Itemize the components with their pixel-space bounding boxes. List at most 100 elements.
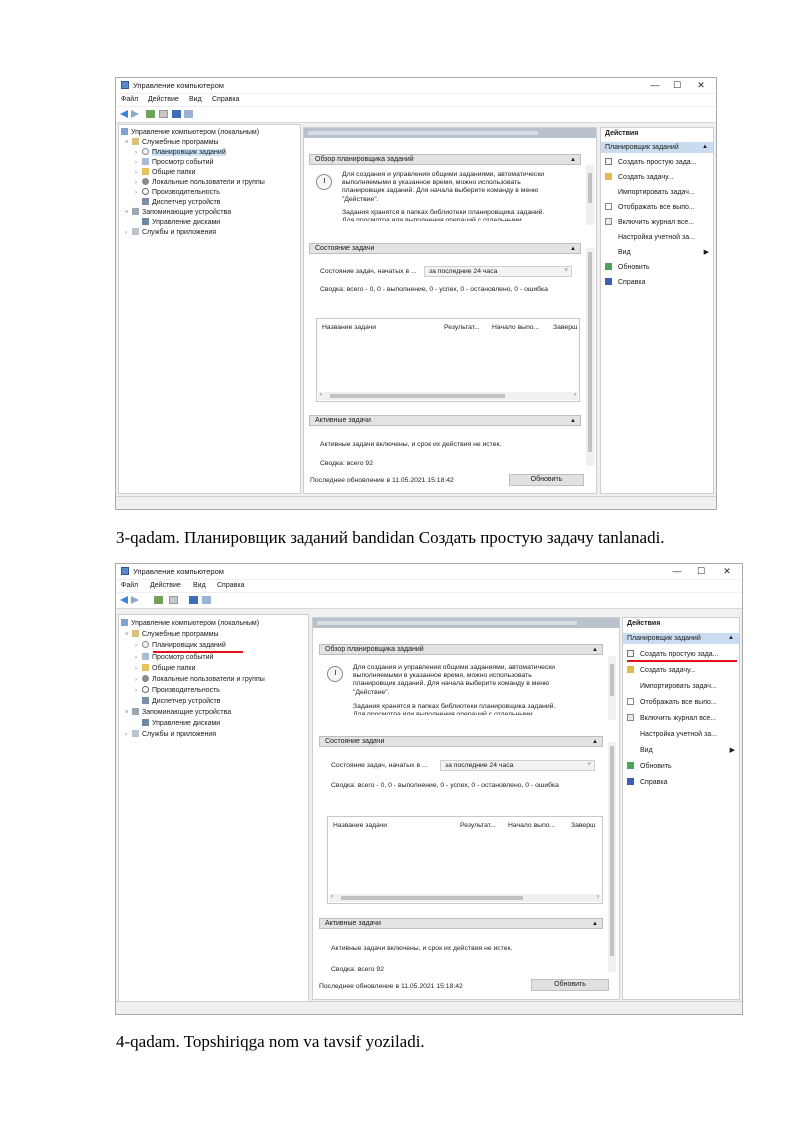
tree-item-shared-folders[interactable]: › Общие папки: [135, 168, 195, 178]
show-tree-icon[interactable]: [146, 110, 155, 118]
actions-title: Действия: [627, 620, 661, 627]
help-icon[interactable]: [172, 110, 181, 118]
maximize-button[interactable]: ☐: [690, 565, 712, 577]
minimize-button[interactable]: —: [644, 79, 666, 91]
maximize-button[interactable]: ☐: [666, 79, 688, 91]
tree-item-event-viewer[interactable]: › Просмотр событий: [135, 653, 213, 663]
tree-item-device-manager[interactable]: Диспетчер устройств: [135, 198, 220, 207]
active-tasks-header[interactable]: Активные задачи ▲: [309, 415, 581, 426]
task-list-hscroll[interactable]: ‹ ›: [318, 392, 578, 400]
column-end[interactable]: Заверш: [571, 822, 595, 829]
tree-item-performance[interactable]: › Производительность: [135, 188, 220, 198]
tree-item-system-tools[interactable]: ˅ Служебные программы: [125, 138, 219, 148]
task-status-header[interactable]: Состояние задачи ▲: [309, 243, 581, 254]
overview-header[interactable]: Обзор планировщика заданий ▲: [309, 154, 581, 165]
menu-help[interactable]: Справка: [212, 96, 239, 103]
menu-help[interactable]: Справка: [217, 582, 244, 589]
overview-scrollbar[interactable]: [608, 656, 616, 720]
overview-scrollbar[interactable]: [586, 165, 594, 225]
minimize-button[interactable]: —: [666, 565, 688, 577]
menu-file[interactable]: Файл: [121, 96, 138, 103]
navigation-tree: Управление компьютером (локальным) ˅ Служ…: [118, 124, 301, 494]
action-create-task[interactable]: Создать задачу...: [605, 173, 674, 182]
action-view[interactable]: Вид ▶: [605, 248, 709, 257]
tree-item-storage[interactable]: ˅ Запоминающие устройства: [125, 208, 231, 218]
tree-item-local-users[interactable]: › Локальные пользователи и группы: [135, 675, 265, 685]
center-scrollbar[interactable]: [608, 742, 616, 972]
action-create-basic-task[interactable]: Создать простую зада...: [627, 650, 719, 659]
tree-item-services-apps[interactable]: › Службы и приложения: [125, 730, 216, 740]
column-result[interactable]: Результат...: [444, 324, 480, 331]
back-arrow-icon[interactable]: [120, 110, 128, 118]
action-display-running[interactable]: Отображать все выпо...: [605, 203, 695, 212]
overview-header[interactable]: Обзор планировщика заданий ▲: [319, 644, 603, 655]
menu-action[interactable]: Действие: [148, 96, 179, 103]
action-enable-history[interactable]: Включить журнал все...: [605, 218, 694, 227]
device-manager-icon: [142, 697, 149, 704]
actions-subheader[interactable]: Планировщик заданий ▲: [623, 633, 739, 644]
action-help[interactable]: Справка: [627, 778, 667, 787]
tree-item-computer-management[interactable]: Управление компьютером (локальным): [121, 128, 259, 137]
close-button[interactable]: ✕: [690, 79, 712, 91]
action-account-config[interactable]: Настройка учетной за...: [627, 730, 717, 739]
menu-view[interactable]: Вид: [189, 96, 202, 103]
tree-item-disk-management[interactable]: Управление дисками: [135, 218, 220, 227]
action-create-task[interactable]: Создать задачу...: [627, 666, 696, 675]
action-refresh[interactable]: Обновить: [605, 263, 650, 272]
tree-item-system-tools[interactable]: ˅ Служебные программы: [125, 630, 219, 640]
show-action-pane-icon[interactable]: [184, 110, 193, 118]
tree-item-storage[interactable]: ˅ Запоминающие устройства: [125, 708, 231, 718]
actions-subheader[interactable]: Планировщик заданий ▲: [601, 142, 713, 153]
action-display-running[interactable]: Отображать все выпо...: [627, 698, 717, 707]
tree-item-performance[interactable]: › Производительность: [135, 686, 220, 696]
period-select[interactable]: за последние 24 часа ˅: [424, 266, 572, 277]
scheduler-clock-icon: [327, 666, 343, 682]
close-button[interactable]: ✕: [716, 565, 738, 577]
tree-item-event-viewer[interactable]: › Просмотр событий: [135, 158, 213, 168]
tree-item-shared-folders[interactable]: › Общие папки: [135, 664, 195, 674]
column-task-name[interactable]: Название задачи: [322, 324, 376, 331]
tree-item-device-manager[interactable]: Диспетчер устройств: [135, 697, 220, 706]
tree-item-computer-management[interactable]: Управление компьютером (локальным): [121, 619, 259, 628]
task-list-hscroll[interactable]: ‹ ›: [329, 894, 601, 902]
action-enable-history[interactable]: Включить журнал все...: [627, 714, 716, 723]
tree-item-services-apps[interactable]: › Службы и приложения: [125, 228, 216, 238]
event-viewer-icon: [142, 158, 149, 165]
action-create-basic-task[interactable]: Создать простую зада...: [605, 158, 697, 167]
menu-file[interactable]: Файл: [121, 582, 138, 589]
action-help[interactable]: Справка: [605, 278, 645, 287]
menu-action[interactable]: Действие: [150, 582, 181, 589]
column-task-name[interactable]: Название задачи: [333, 822, 387, 829]
refresh-icon: [605, 263, 612, 270]
column-start[interactable]: Начало выпо...: [492, 324, 539, 331]
action-import-task[interactable]: Импортировать задач...: [627, 682, 717, 691]
active-tasks-header[interactable]: Активные задачи ▲: [319, 918, 603, 929]
refresh-button[interactable]: Обновить: [509, 474, 584, 486]
forward-arrow-icon[interactable]: [131, 596, 139, 604]
center-header: [304, 128, 596, 138]
help-icon[interactable]: [189, 596, 198, 604]
show-action-pane-icon[interactable]: [202, 596, 211, 604]
tree-item-task-scheduler[interactable]: › Планировщик заданий: [135, 148, 226, 158]
column-end[interactable]: Заверш: [553, 324, 577, 331]
refresh-button[interactable]: Обновить: [531, 979, 609, 991]
menu-view[interactable]: Вид: [193, 582, 206, 589]
center-scrollbar[interactable]: [586, 248, 594, 466]
tree-item-local-users[interactable]: › Локальные пользователи и группы: [135, 178, 265, 188]
properties-icon[interactable]: [159, 110, 168, 118]
column-start[interactable]: Начало выпо...: [508, 822, 555, 829]
action-view[interactable]: Вид ▶: [627, 746, 735, 755]
task-status-header[interactable]: Состояние задачи ▲: [319, 736, 603, 747]
properties-icon[interactable]: [169, 596, 178, 604]
show-tree-icon[interactable]: [154, 596, 163, 604]
forward-arrow-icon[interactable]: [131, 110, 139, 118]
column-result[interactable]: Результат...: [460, 822, 496, 829]
computer-management-icon: [121, 567, 129, 575]
back-arrow-icon[interactable]: [120, 596, 128, 604]
action-import-task[interactable]: Импортировать задач...: [605, 188, 695, 197]
tree-item-disk-management[interactable]: Управление дисками: [135, 719, 220, 728]
action-refresh[interactable]: Обновить: [627, 762, 672, 771]
tree-item-task-scheduler[interactable]: › Планировщик заданий: [135, 641, 226, 651]
period-select[interactable]: за последние 24 часа ˅: [440, 760, 595, 771]
action-account-config[interactable]: Настройка учетной за...: [605, 233, 695, 242]
